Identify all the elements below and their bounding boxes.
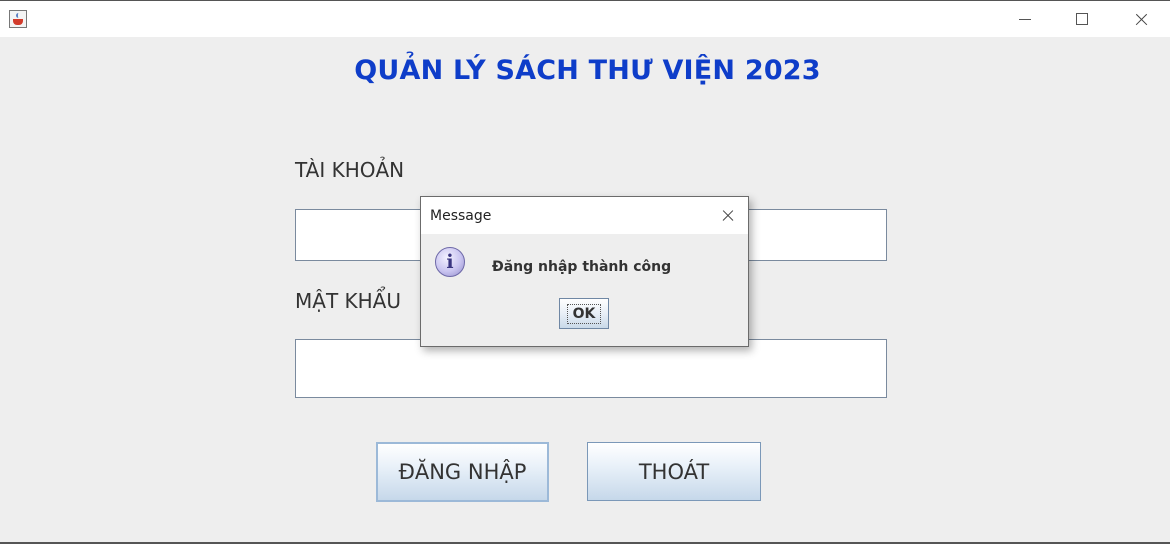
java-cup-icon [9, 10, 27, 28]
password-input[interactable] [295, 339, 887, 398]
dialog-titlebar: Message [421, 197, 748, 234]
minimize-icon [1019, 19, 1031, 20]
close-icon [721, 208, 735, 222]
ok-button[interactable]: OK [559, 298, 609, 329]
maximize-button[interactable] [1059, 7, 1105, 33]
info-icon: i [435, 247, 465, 277]
dialog-message: Đăng nhập thành công [492, 259, 672, 275]
minimize-button[interactable] [1002, 7, 1048, 33]
window-close-button[interactable] [1117, 7, 1163, 33]
password-label: MẬT KHẨU [295, 289, 401, 313]
app-title: QUẢN LÝ SÁCH THƯ VIỆN 2023 [354, 55, 821, 86]
maximize-icon [1076, 13, 1088, 25]
ok-button-label: OK [566, 303, 602, 324]
login-button[interactable]: ĐĂNG NHẬP [376, 442, 549, 502]
close-icon [1134, 11, 1149, 26]
window-titlebar [0, 0, 1170, 37]
dialog-title: Message [430, 208, 492, 224]
username-label: TÀI KHOẢN [295, 158, 405, 182]
exit-button[interactable]: THOÁT [587, 442, 761, 501]
message-dialog: Message i Đăng nhập thành công OK [420, 196, 749, 347]
